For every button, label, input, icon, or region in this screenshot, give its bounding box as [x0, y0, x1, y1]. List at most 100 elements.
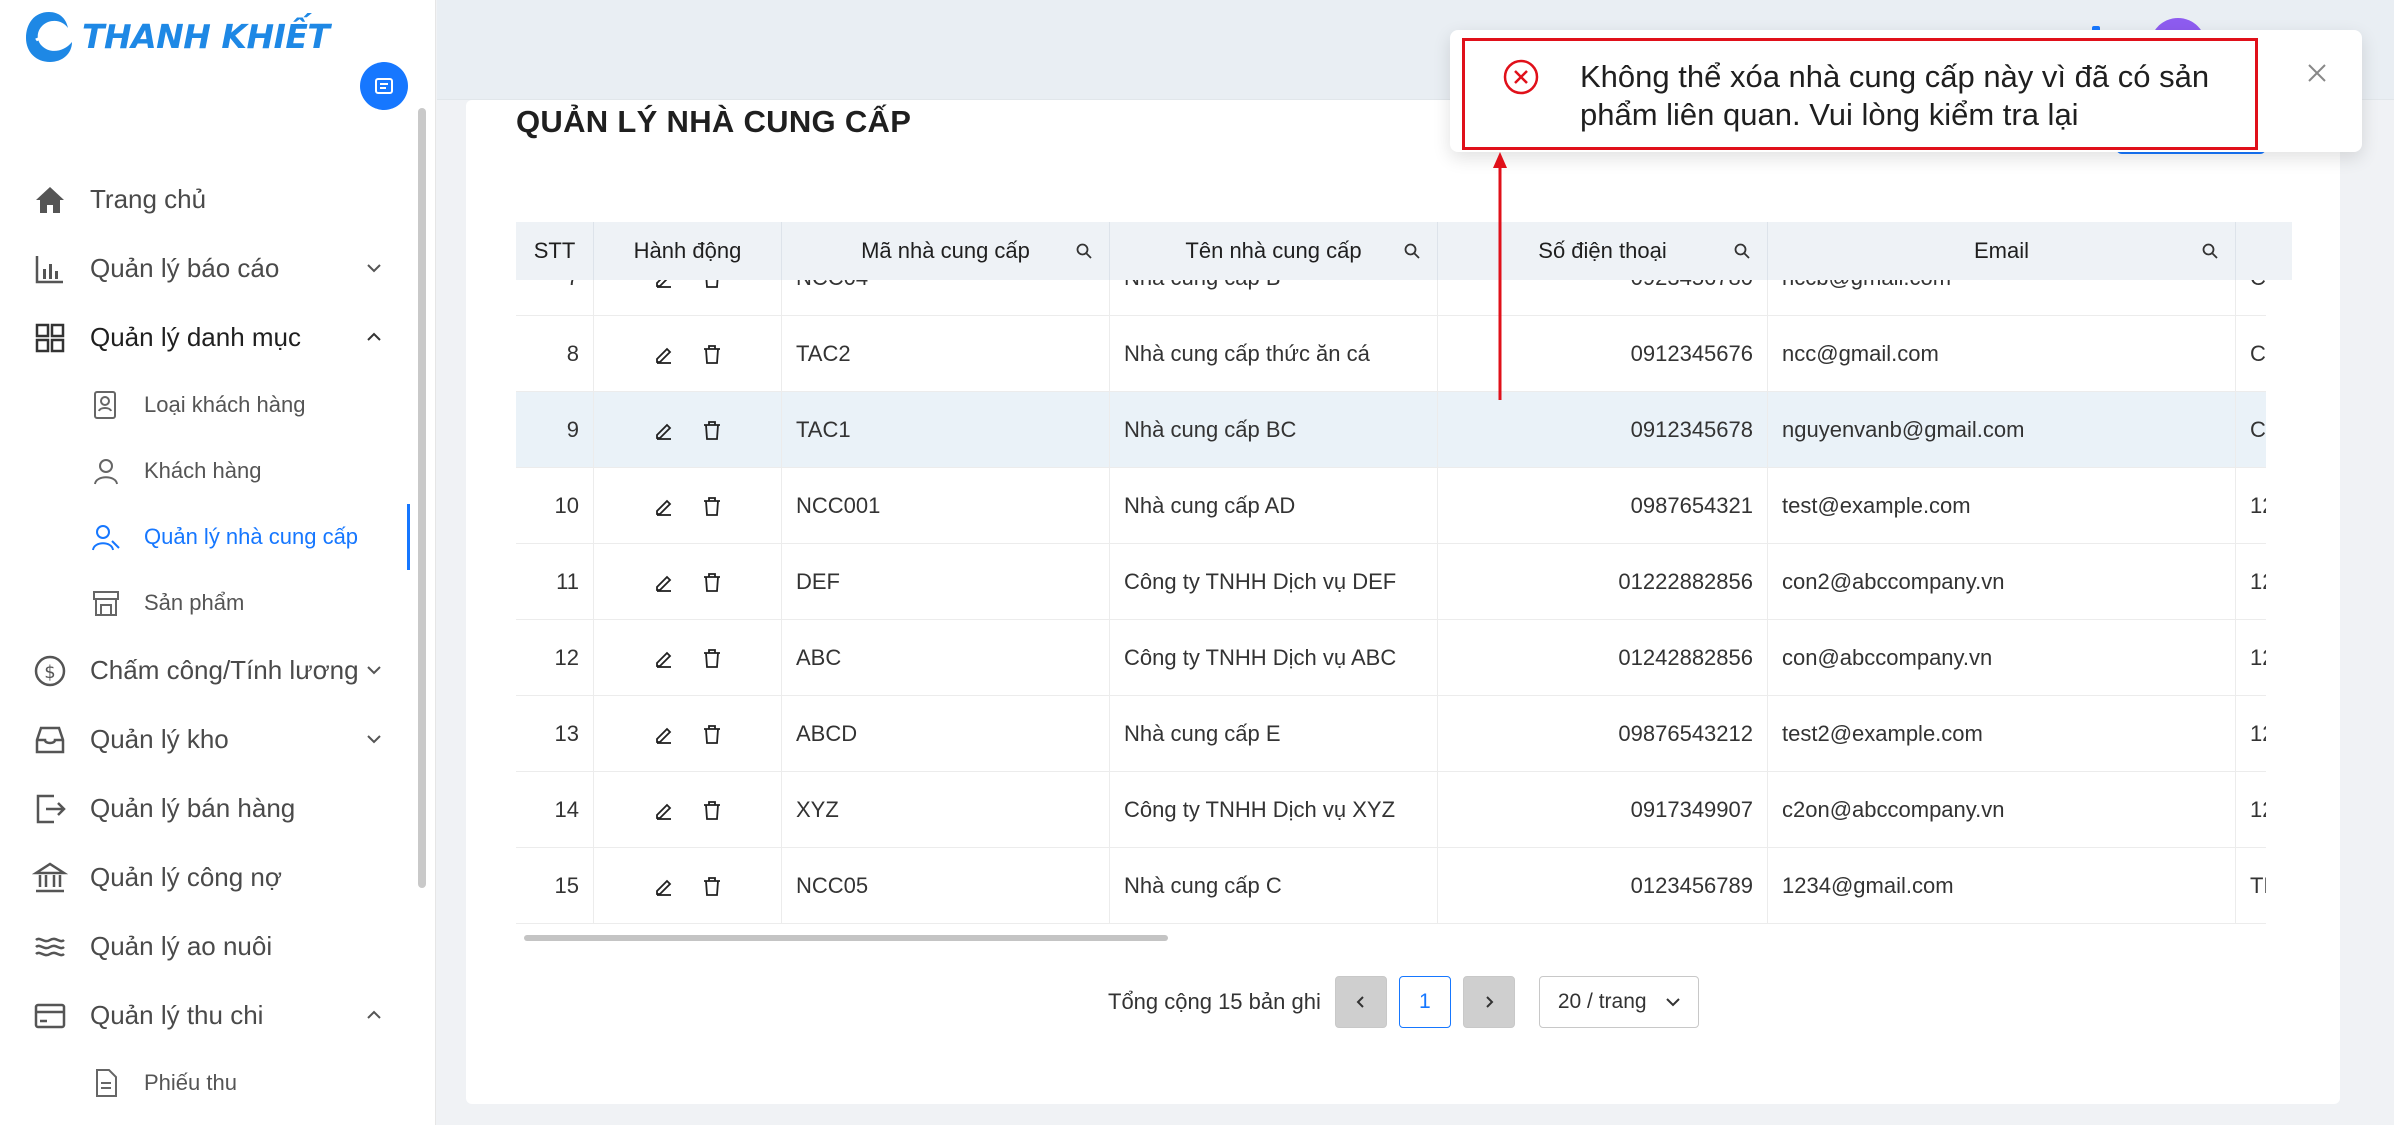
- close-icon[interactable]: [2306, 62, 2328, 84]
- next-page-button[interactable]: [1462, 976, 1515, 1028]
- chevron-down-icon: [367, 264, 381, 273]
- pagination: Tổng cộng 15 bản ghi 1 20 / trang: [1108, 976, 1699, 1028]
- edit-icon[interactable]: [653, 723, 675, 745]
- sidebar-item-kho[interactable]: Quản lý kho: [0, 705, 420, 774]
- cell-sdt: 01242882856: [1438, 620, 1768, 696]
- sidebar-item-loai-khach-hang[interactable]: Loại khách hàng: [0, 372, 420, 438]
- column-header-email[interactable]: Email: [1768, 222, 2236, 280]
- delete-icon[interactable]: [701, 571, 723, 593]
- team-icon: [92, 525, 120, 551]
- column-header-ma[interactable]: Mã nhà cung cấp: [782, 222, 1110, 280]
- sidebar-item-label: Sản phẩm: [144, 590, 245, 615]
- table-row[interactable]: 10 NCC001 Nhà cung cấp AD 0987654321 test@ex…: [516, 468, 2292, 544]
- table-row[interactable]: 11 DEF Công ty TNHH Dịch vụ DEF 01222882856…: [516, 544, 2292, 620]
- cell-ma: NCC05: [782, 848, 1110, 924]
- sidebar-item-ban-hang[interactable]: Quản lý bán hàng: [0, 774, 420, 843]
- edit-icon[interactable]: [653, 875, 675, 897]
- edit-icon[interactable]: [653, 419, 675, 441]
- cell-stt: 8: [516, 316, 594, 392]
- supplier-table: STT Hành động Mã nhà cung cấp Tên nhà cu…: [516, 222, 2292, 950]
- cell-email: con2@abccompany.vn: [1768, 544, 2236, 620]
- cell-sdt: 0917349907: [1438, 772, 1768, 848]
- cell-ma: XYZ: [782, 772, 1110, 848]
- cell-ten: Nhà cung cấp AD: [1110, 468, 1438, 544]
- dollar-icon: $: [34, 655, 66, 686]
- waves-icon: [35, 937, 65, 956]
- sidebar-item-label: Quản lý thu chi: [90, 1000, 264, 1030]
- cell-sdt: 0912345678: [1438, 392, 1768, 468]
- delete-icon[interactable]: [701, 495, 723, 517]
- collapse-sidebar-button[interactable]: [360, 62, 408, 110]
- column-header-ten[interactable]: Tên nhà cung cấp: [1110, 222, 1438, 280]
- sidebar-item-label: Trang chủ: [90, 184, 207, 214]
- edit-icon[interactable]: [653, 647, 675, 669]
- table-row[interactable]: 8 TAC2 Nhà cung cấp thức ăn cá 0912345676 nc…: [516, 316, 2292, 392]
- cell-stt: 9: [516, 392, 594, 468]
- sidebar-menu: Trang chủ Quản lý báo cáo Quản lý danh m…: [0, 165, 420, 1116]
- sidebar-item-label: Phiếu thu: [144, 1070, 237, 1095]
- horizontal-scrollbar[interactable]: [524, 935, 1168, 941]
- table-row[interactable]: 15 NCC05 Nhà cung cấp C 0123456789 1234@gmai…: [516, 848, 2292, 924]
- cell-ma: NCC001: [782, 468, 1110, 544]
- delete-icon[interactable]: [701, 799, 723, 821]
- delete-icon[interactable]: [701, 343, 723, 365]
- sidebar-item-label: Quản lý báo cáo: [90, 253, 280, 283]
- sidebar-item-label: Loại khách hàng: [144, 392, 306, 417]
- cell-ma: ABCD: [782, 696, 1110, 772]
- total-records: Tổng cộng 15 bản ghi: [1108, 989, 1321, 1014]
- table-row[interactable]: 13 ABCD Nhà cung cấp E 09876543212 test2@exa…: [516, 696, 2292, 772]
- logo-icon: [26, 12, 72, 62]
- cell-sdt: 01222882856: [1438, 544, 1768, 620]
- cell-email: ncc@gmail.com: [1768, 316, 2236, 392]
- table-row[interactable]: 12 ABC Công ty TNHH Dịch vụ ABC 01242882856…: [516, 620, 2292, 696]
- page-size-select[interactable]: 20 / trang: [1538, 976, 1699, 1028]
- edit-icon[interactable]: [653, 343, 675, 365]
- bank-icon: [32, 862, 68, 892]
- chevron-left-icon: [1356, 996, 1364, 1008]
- sidebar-item-cham-cong[interactable]: $ Chấm công/Tính lương: [0, 636, 420, 705]
- page-size-value: 20 / trang: [1557, 990, 1647, 1013]
- cell-email: test@example.com: [1768, 468, 2236, 544]
- table-row[interactable]: 9 TAC1 Nhà cung cấp BC 0912345678 nguyenvanb…: [516, 392, 2292, 468]
- cell-email: con@abccompany.vn: [1768, 620, 2236, 696]
- search-icon[interactable]: [2201, 242, 2219, 260]
- sidebar-item-danh-muc[interactable]: Quản lý danh mục: [0, 303, 420, 372]
- delete-icon[interactable]: [701, 875, 723, 897]
- chart-icon: [35, 255, 63, 283]
- table-row[interactable]: 14 XYZ Công ty TNHH Dịch vụ XYZ 0917349907 c…: [516, 772, 2292, 848]
- sidebar-item-thu-chi[interactable]: Quản lý thu chi: [0, 981, 420, 1050]
- sidebar-item-bao-cao[interactable]: Quản lý báo cáo: [0, 234, 420, 303]
- cell-stt: 10: [516, 468, 594, 544]
- close-circle-icon: [1503, 59, 1539, 95]
- search-icon[interactable]: [1733, 242, 1751, 260]
- delete-icon[interactable]: [701, 647, 723, 669]
- edit-icon[interactable]: [653, 495, 675, 517]
- search-icon[interactable]: [1075, 242, 1093, 260]
- sidebar-item-ao-nuoi[interactable]: Quản lý ao nuôi: [0, 912, 420, 981]
- search-icon[interactable]: [1403, 242, 1421, 260]
- sidebar-item-label: Quản lý bán hàng: [90, 793, 296, 823]
- edit-icon[interactable]: [653, 571, 675, 593]
- delete-icon[interactable]: [701, 723, 723, 745]
- prev-page-button[interactable]: [1334, 976, 1387, 1028]
- sidebar-item-khach-hang[interactable]: Khách hàng: [0, 438, 420, 504]
- sidebar-item-phieu-thu[interactable]: Phiếu thu: [0, 1050, 420, 1116]
- edit-icon[interactable]: [653, 799, 675, 821]
- cell-actions: [594, 696, 782, 772]
- sidebar-item-trang-chu[interactable]: Trang chủ: [0, 165, 420, 234]
- sidebar-item-nha-cung-cap[interactable]: Quản lý nhà cung cấp: [0, 504, 420, 570]
- grid-icon: [35, 323, 65, 352]
- column-header-sdt[interactable]: Số điện thoại: [1438, 222, 1768, 280]
- sidebar-item-cong-no[interactable]: Quản lý công nợ: [0, 843, 420, 912]
- chevron-down-icon: [367, 666, 381, 675]
- logo[interactable]: THANH KHIẾT: [24, 8, 330, 64]
- shop-icon: [93, 591, 119, 616]
- cell-stt: 14: [516, 772, 594, 848]
- page-number[interactable]: 1: [1398, 976, 1451, 1028]
- sidebar-item-san-pham[interactable]: Sản phẩm: [0, 570, 420, 636]
- cell-actions: [594, 772, 782, 848]
- column-header-stt[interactable]: STT: [516, 222, 594, 280]
- export-icon: [36, 794, 66, 823]
- table-edge: [2266, 222, 2292, 950]
- delete-icon[interactable]: [701, 419, 723, 441]
